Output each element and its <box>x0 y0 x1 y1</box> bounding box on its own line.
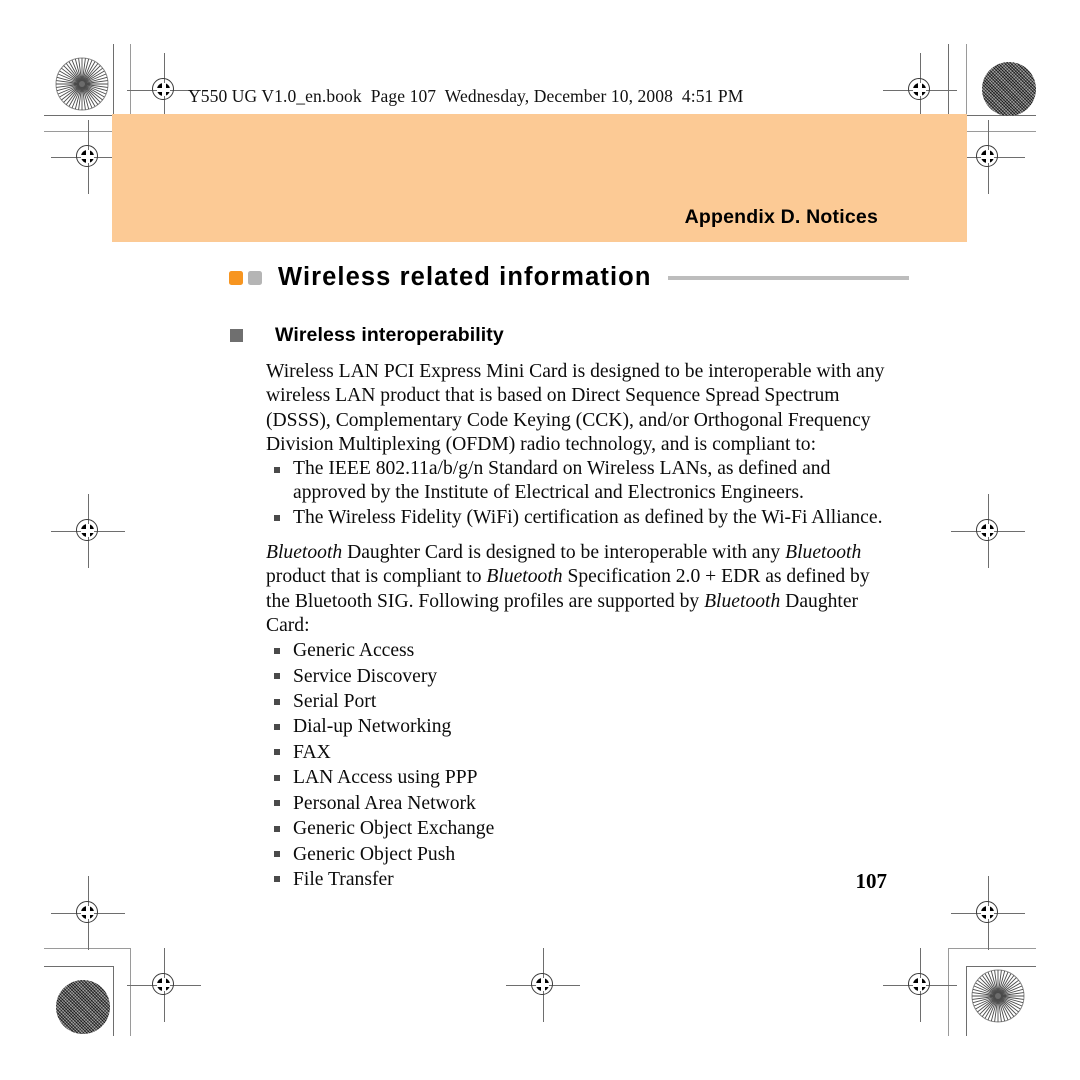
registration-target-icon <box>127 948 201 1022</box>
list-item: Dial-up Networking <box>266 714 891 739</box>
square-bullet-icon <box>230 329 243 342</box>
registration-target-icon <box>127 53 201 127</box>
crop-line <box>130 44 131 116</box>
subsection-title: Wireless interoperability <box>275 324 504 346</box>
list-item: Serial Port <box>266 689 891 714</box>
list-item: File Transfer <box>266 867 891 892</box>
crop-line <box>948 948 1036 949</box>
gray-square-icon <box>248 270 262 285</box>
crop-line <box>948 948 949 1036</box>
halftone-circle-icon <box>56 980 110 1034</box>
registration-target-icon <box>951 494 1025 568</box>
standards-list: The IEEE 802.11a/b/g/n Standard on Wirel… <box>266 457 891 530</box>
list-item: Personal Area Network <box>266 791 891 816</box>
bluetooth-profiles-list: Generic Access Service Discovery Serial … <box>266 638 891 892</box>
halftone-circle-icon <box>982 62 1036 116</box>
starburst-rosette-icon <box>971 969 1025 1023</box>
crop-line <box>113 966 114 1036</box>
page-number: 107 <box>855 869 888 893</box>
crop-line <box>113 44 114 116</box>
crop-line <box>966 131 1036 132</box>
bluetooth-italic: Bluetooth <box>785 542 862 564</box>
list-item: Generic Object Exchange <box>266 816 891 841</box>
list-item: Service Discovery <box>266 664 891 689</box>
registration-target-icon <box>951 120 1025 194</box>
registration-target-icon <box>951 876 1025 950</box>
crop-line <box>44 115 114 116</box>
section-title: Wireless related information <box>278 263 652 291</box>
book-file-note: Y550 UG V1.0_en.book Page 107 Wednesday,… <box>188 86 744 106</box>
starburst-rosette-icon <box>55 57 109 111</box>
registration-target-icon <box>506 948 580 1022</box>
crop-line <box>44 966 114 967</box>
bluetooth-paragraph: Bluetooth Daughter Card is designed to b… <box>266 541 891 638</box>
registration-target-icon <box>51 494 125 568</box>
list-item: LAN Access using PPP <box>266 765 891 790</box>
bluetooth-text: product that is compliant to <box>266 566 487 588</box>
list-item: FAX <box>266 740 891 765</box>
appendix-banner: Appendix D. Notices <box>112 114 967 242</box>
orange-square-icon <box>229 270 243 285</box>
registration-target-icon <box>51 120 125 194</box>
registration-target-icon <box>51 876 125 950</box>
list-item: Generic Object Push <box>266 842 891 867</box>
bluetooth-text: Daughter Card is designed to be interope… <box>342 542 786 564</box>
crop-line <box>948 44 949 116</box>
body-column: Wireless LAN PCI Express Mini Card is de… <box>266 360 891 892</box>
section-rule <box>667 275 909 280</box>
list-item: The IEEE 802.11a/b/g/n Standard on Wirel… <box>266 457 891 506</box>
crop-line <box>130 948 131 1036</box>
crop-line <box>966 966 967 1036</box>
bluetooth-italic: Bluetooth <box>486 566 563 588</box>
intro-paragraph: Wireless LAN PCI Express Mini Card is de… <box>266 361 885 455</box>
crop-line <box>966 966 1036 967</box>
bluetooth-italic: Bluetooth <box>704 590 781 612</box>
registration-target-icon <box>883 53 957 127</box>
bluetooth-italic: Bluetooth <box>266 542 343 564</box>
list-item: Generic Access <box>266 638 891 663</box>
list-item: The Wireless Fidelity (WiFi) certificati… <box>266 506 891 530</box>
appendix-banner-title: Appendix D. Notices <box>684 206 878 228</box>
registration-target-icon <box>883 948 957 1022</box>
section-heading: Wireless related information <box>229 263 909 292</box>
subsection-heading: Wireless interoperability <box>230 324 504 347</box>
crop-line <box>44 948 130 949</box>
